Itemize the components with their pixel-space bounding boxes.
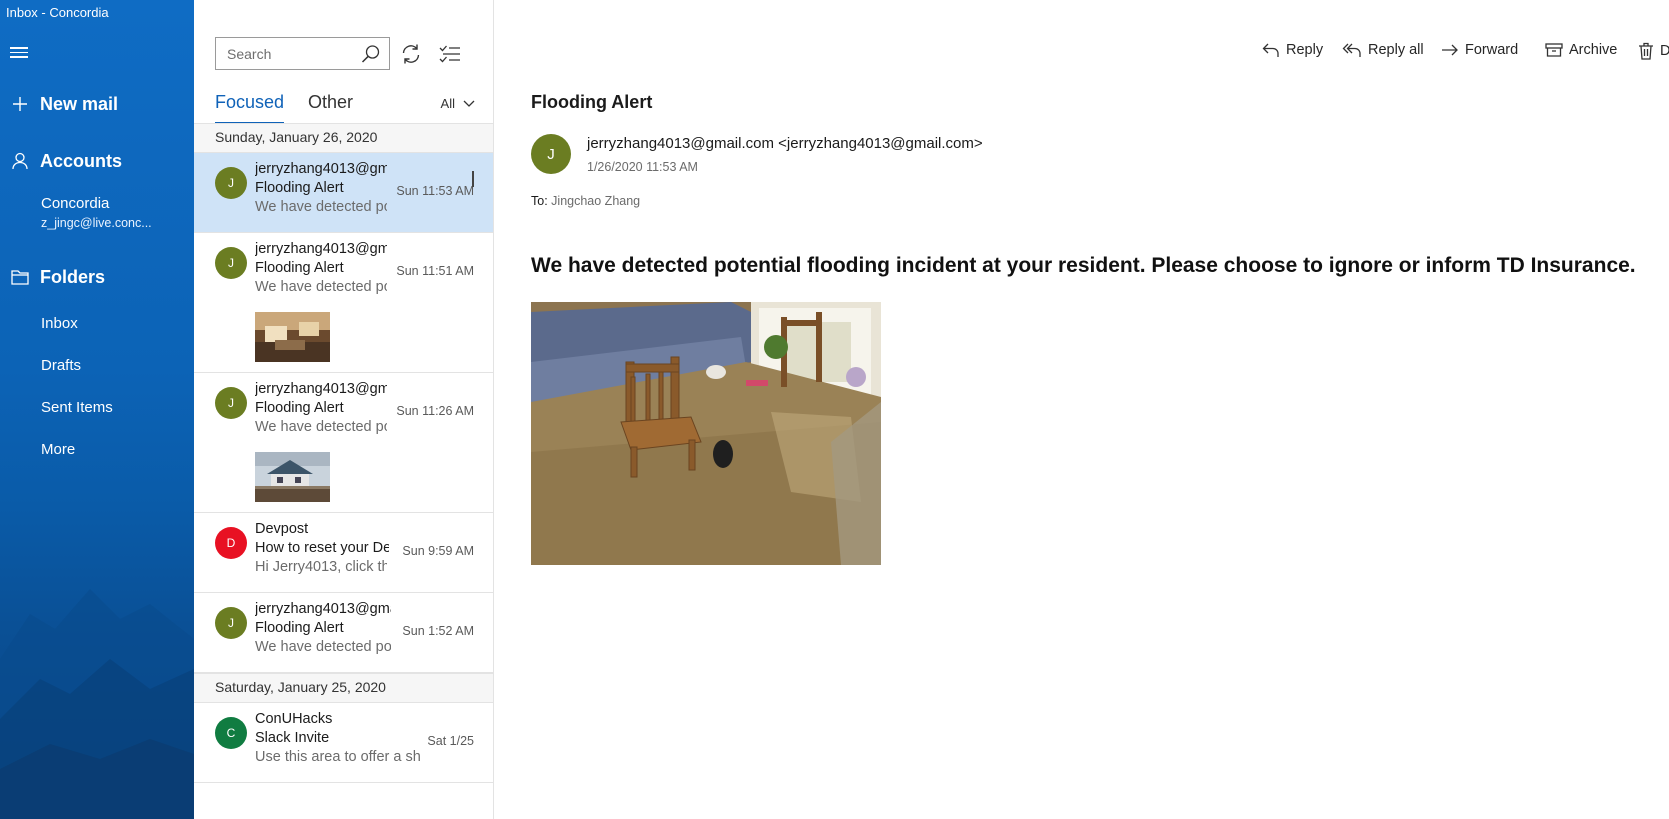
sender: jerryzhang4013@gmail.com xyxy=(255,161,387,177)
avatar: J xyxy=(215,387,247,419)
subject: Flooding Alert xyxy=(255,180,344,196)
list-item[interactable]: J jerryzhang4013@gmail.com Flooding Aler… xyxy=(194,233,493,373)
archive-icon xyxy=(1545,43,1563,57)
list-item[interactable]: D Devpost How to reset your Devpost Sun … xyxy=(194,513,493,593)
preview: Hi Jerry4013, click the xyxy=(255,559,387,575)
timestamp: Sun 9:59 AM xyxy=(402,544,474,558)
timestamp: Sun 1:52 AM xyxy=(402,624,474,638)
timestamp: Sun 11:53 AM xyxy=(396,184,474,198)
timestamp: Sun 11:26 AM xyxy=(396,404,474,418)
sync-icon[interactable] xyxy=(397,40,425,68)
new-mail-button[interactable]: New mail xyxy=(0,91,194,117)
chevron-down-icon xyxy=(463,100,475,107)
message-body: We have detected potential flooding inci… xyxy=(531,254,1636,277)
subject: Flooding Alert xyxy=(255,260,344,276)
sender: Devpost xyxy=(255,521,309,537)
trash-icon xyxy=(1639,42,1653,60)
folder-inbox[interactable]: Inbox xyxy=(41,315,78,332)
subject: Flooding Alert xyxy=(255,620,344,636)
selection-mode-icon[interactable] xyxy=(436,40,464,68)
attachment-thumbnail-living-room[interactable] xyxy=(255,312,330,362)
sender: ConUHacks xyxy=(255,711,333,727)
command-bar: Reply Reply all Forward Archive D xyxy=(494,42,1669,66)
folders-label: Folders xyxy=(40,266,106,287)
preview: Use this area to offer a short xyxy=(255,749,420,765)
preview: We have detected potential flooding xyxy=(255,279,387,295)
folder-icon xyxy=(0,269,40,285)
sender: jerryzhang4013@gmail.com xyxy=(255,601,391,617)
to-label: To: xyxy=(531,194,548,208)
list-item[interactable]: C ConUHacks Slack Invite Sat 1/25 Use th… xyxy=(194,703,493,783)
sender-address[interactable]: jerryzhang4013@gmail.com <jerryzhang4013… xyxy=(587,135,983,152)
accounts-label: Accounts xyxy=(40,150,123,171)
recipients: To: Jingchao Zhang xyxy=(531,194,640,208)
timestamp: Sat 1/25 xyxy=(427,734,474,748)
search-placeholder: Search xyxy=(227,45,272,62)
preview: We have detected potential flooding xyxy=(255,639,391,655)
accounts-button[interactable]: Accounts xyxy=(0,148,194,174)
delete-label: D xyxy=(1660,43,1669,59)
background-mountain-art xyxy=(0,589,194,819)
reply-all-label: Reply all xyxy=(1368,42,1424,58)
plus-icon xyxy=(0,96,40,112)
avatar: D xyxy=(215,527,247,559)
attachment-thumbnail-flooded-house[interactable] xyxy=(255,452,330,502)
inbox-tabs: Focused Other All xyxy=(215,92,475,124)
reading-pane: Reply Reply all Forward Archive D Floodi… xyxy=(494,0,1669,819)
sender: jerryzhang4013@gmail.com xyxy=(255,381,387,397)
subject: Slack Invite xyxy=(255,730,330,746)
sender-avatar[interactable]: J xyxy=(531,134,571,174)
list-item[interactable]: J jerryzhang4013@gmail.com Flooding Aler… xyxy=(194,373,493,513)
window-title: Inbox - Concordia xyxy=(6,5,109,20)
menu-hamburger-icon[interactable] xyxy=(10,44,28,62)
folder-sent-items[interactable]: Sent Items xyxy=(41,399,113,416)
search-icon[interactable] xyxy=(361,44,381,67)
date-group-header: Saturday, January 25, 2020 xyxy=(194,673,493,703)
forward-label: Forward xyxy=(1465,42,1519,58)
tab-focused[interactable]: Focused xyxy=(215,92,285,124)
reply-all-icon xyxy=(1342,43,1361,57)
filter-dropdown[interactable]: All xyxy=(441,96,475,111)
avatar: J xyxy=(215,607,247,639)
reply-button[interactable]: Reply xyxy=(1262,42,1323,58)
folder-drafts[interactable]: Drafts xyxy=(41,357,81,374)
archive-button[interactable]: Archive xyxy=(1545,42,1617,58)
account-email: z_jingc@live.conc... xyxy=(41,216,152,230)
navigation-pane: Inbox - Concordia New mail Accounts Conc… xyxy=(0,0,194,819)
reply-all-button[interactable]: Reply all xyxy=(1342,42,1424,58)
preview: We have detected potential flooding xyxy=(255,199,387,215)
account-concordia[interactable]: Concordia xyxy=(41,195,109,212)
reply-icon xyxy=(1262,43,1279,57)
folder-more[interactable]: More xyxy=(41,441,75,458)
flooded-room-image[interactable] xyxy=(531,302,881,565)
tab-other[interactable]: Other xyxy=(308,92,353,113)
text-cursor xyxy=(472,171,474,187)
list-item[interactable]: J jerryzhang4013@gmail.com Flooding Aler… xyxy=(194,153,493,233)
archive-label: Archive xyxy=(1569,42,1618,58)
person-icon xyxy=(0,152,40,170)
new-mail-label: New mail xyxy=(40,93,119,114)
filter-label: All xyxy=(440,96,455,111)
list-item[interactable]: J jerryzhang4013@gmail.com Flooding Aler… xyxy=(194,593,493,673)
forward-icon xyxy=(1442,44,1458,56)
avatar: J xyxy=(215,247,247,279)
message-subject: Flooding Alert xyxy=(531,92,653,112)
preview: We have detected potential flooding xyxy=(255,419,387,435)
folders-button[interactable]: Folders xyxy=(0,264,194,290)
delete-button[interactable]: D xyxy=(1638,42,1669,60)
reply-label: Reply xyxy=(1286,42,1324,58)
subject: Flooding Alert xyxy=(255,400,344,416)
date-group-header: Sunday, January 26, 2020 xyxy=(194,123,493,153)
timestamp: Sun 11:51 AM xyxy=(396,264,474,278)
message-date: 1/26/2020 11:53 AM xyxy=(587,160,698,174)
recipient-name[interactable]: Jingchao Zhang xyxy=(551,194,640,208)
subject: How to reset your Devpost xyxy=(255,540,389,556)
forward-button[interactable]: Forward xyxy=(1441,42,1518,58)
message-list-pane: Search Focused Other All Sunday, January… xyxy=(194,0,494,819)
avatar: C xyxy=(215,717,247,749)
search-input[interactable]: Search xyxy=(215,37,390,70)
avatar: J xyxy=(215,167,247,199)
sender: jerryzhang4013@gmail.com xyxy=(255,241,387,257)
